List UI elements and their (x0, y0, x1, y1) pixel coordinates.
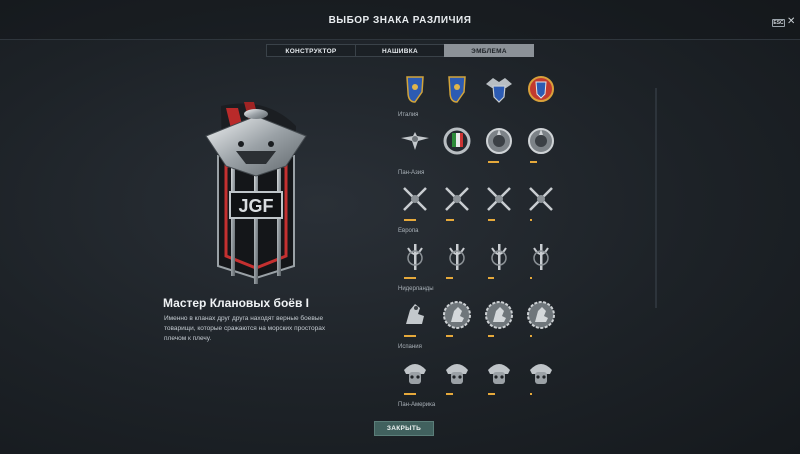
emblem-list[interactable]: Италия Пан-Азия Европа Нидерланды Испания Пан… (388, 62, 656, 410)
shield-ornate-icon[interactable] (524, 72, 558, 106)
group-label: Италия (398, 112, 419, 118)
skull-helmet-icon[interactable] (482, 356, 516, 390)
laurel-medal-icon[interactable] (482, 124, 516, 158)
trident-icon[interactable] (398, 240, 432, 274)
shield-eagle-icon[interactable] (482, 72, 516, 106)
progress-bar (404, 219, 416, 221)
progress-bar (488, 161, 499, 163)
group-label: Нидерланды (398, 286, 434, 292)
progress-bar (446, 393, 453, 395)
esc-key-hint[interactable]: ESC (772, 19, 785, 27)
tricolor-shield-icon[interactable] (440, 124, 474, 158)
emblem-name: Мастер Клановых боёв I (163, 296, 309, 310)
badge-plaque-text: JGF (238, 196, 273, 216)
progress-bar (446, 335, 453, 337)
lion-medal-icon[interactable] (482, 298, 516, 332)
tab-constructor[interactable]: КОНСТРУКТОР (266, 44, 356, 57)
laurel-medal-icon[interactable] (524, 124, 558, 158)
progress-bar (530, 277, 532, 279)
tab-bar: КОНСТРУКТОР НАШИВКА ЭМБЛЕМА (266, 44, 534, 57)
lion-medal-icon[interactable] (524, 298, 558, 332)
trident-icon[interactable] (524, 240, 558, 274)
trident-icon[interactable] (440, 240, 474, 274)
progress-bar (488, 277, 494, 279)
wings-anchor-icon[interactable] (398, 124, 432, 158)
lion-medal-icon[interactable] (440, 298, 474, 332)
group-label: Европа (398, 228, 419, 234)
progress-bar (404, 277, 416, 279)
window-title: ВЫБОР ЗНАКА РАЗЛИЧИЯ (328, 15, 472, 26)
scrollbar[interactable] (655, 88, 657, 308)
group-label: Испания (398, 344, 422, 350)
progress-bar (488, 219, 495, 221)
crossed-swords-icon[interactable] (440, 182, 474, 216)
progress-bar (530, 219, 532, 221)
skull-helmet-icon[interactable] (398, 356, 432, 390)
progress-bar (530, 393, 532, 395)
trident-icon[interactable] (482, 240, 516, 274)
skull-helmet-icon[interactable] (440, 356, 474, 390)
tab-emblem[interactable]: ЭМБЛЕМА (444, 44, 534, 57)
progress-bar (404, 335, 416, 337)
progress-bar (488, 335, 494, 337)
progress-bar (404, 393, 416, 395)
skull-helmet-icon[interactable] (524, 356, 558, 390)
crossed-swords-icon[interactable] (524, 182, 558, 216)
tab-patch[interactable]: НАШИВКА (355, 44, 445, 57)
group-label: Пан-Америка (398, 402, 436, 408)
progress-bar (446, 277, 453, 279)
crossed-swords-icon[interactable] (482, 182, 516, 216)
emblem-description: Именно в кланах друг друга находят верны… (164, 315, 326, 342)
progress-bar (446, 219, 454, 221)
shield-blue-icon[interactable] (440, 72, 474, 106)
progress-bar (488, 393, 495, 395)
selected-emblem-icon: JGF (205, 102, 307, 284)
close-button[interactable]: ЗАКРЫТЬ (374, 421, 434, 436)
progress-bar (530, 161, 537, 163)
progress-bar (530, 335, 532, 337)
lion-icon[interactable] (398, 298, 432, 332)
shield-blue-icon[interactable] (398, 72, 432, 106)
close-icon[interactable]: ✕ (787, 16, 795, 28)
group-label: Пан-Азия (398, 170, 425, 176)
crossed-swords-icon[interactable] (398, 182, 432, 216)
